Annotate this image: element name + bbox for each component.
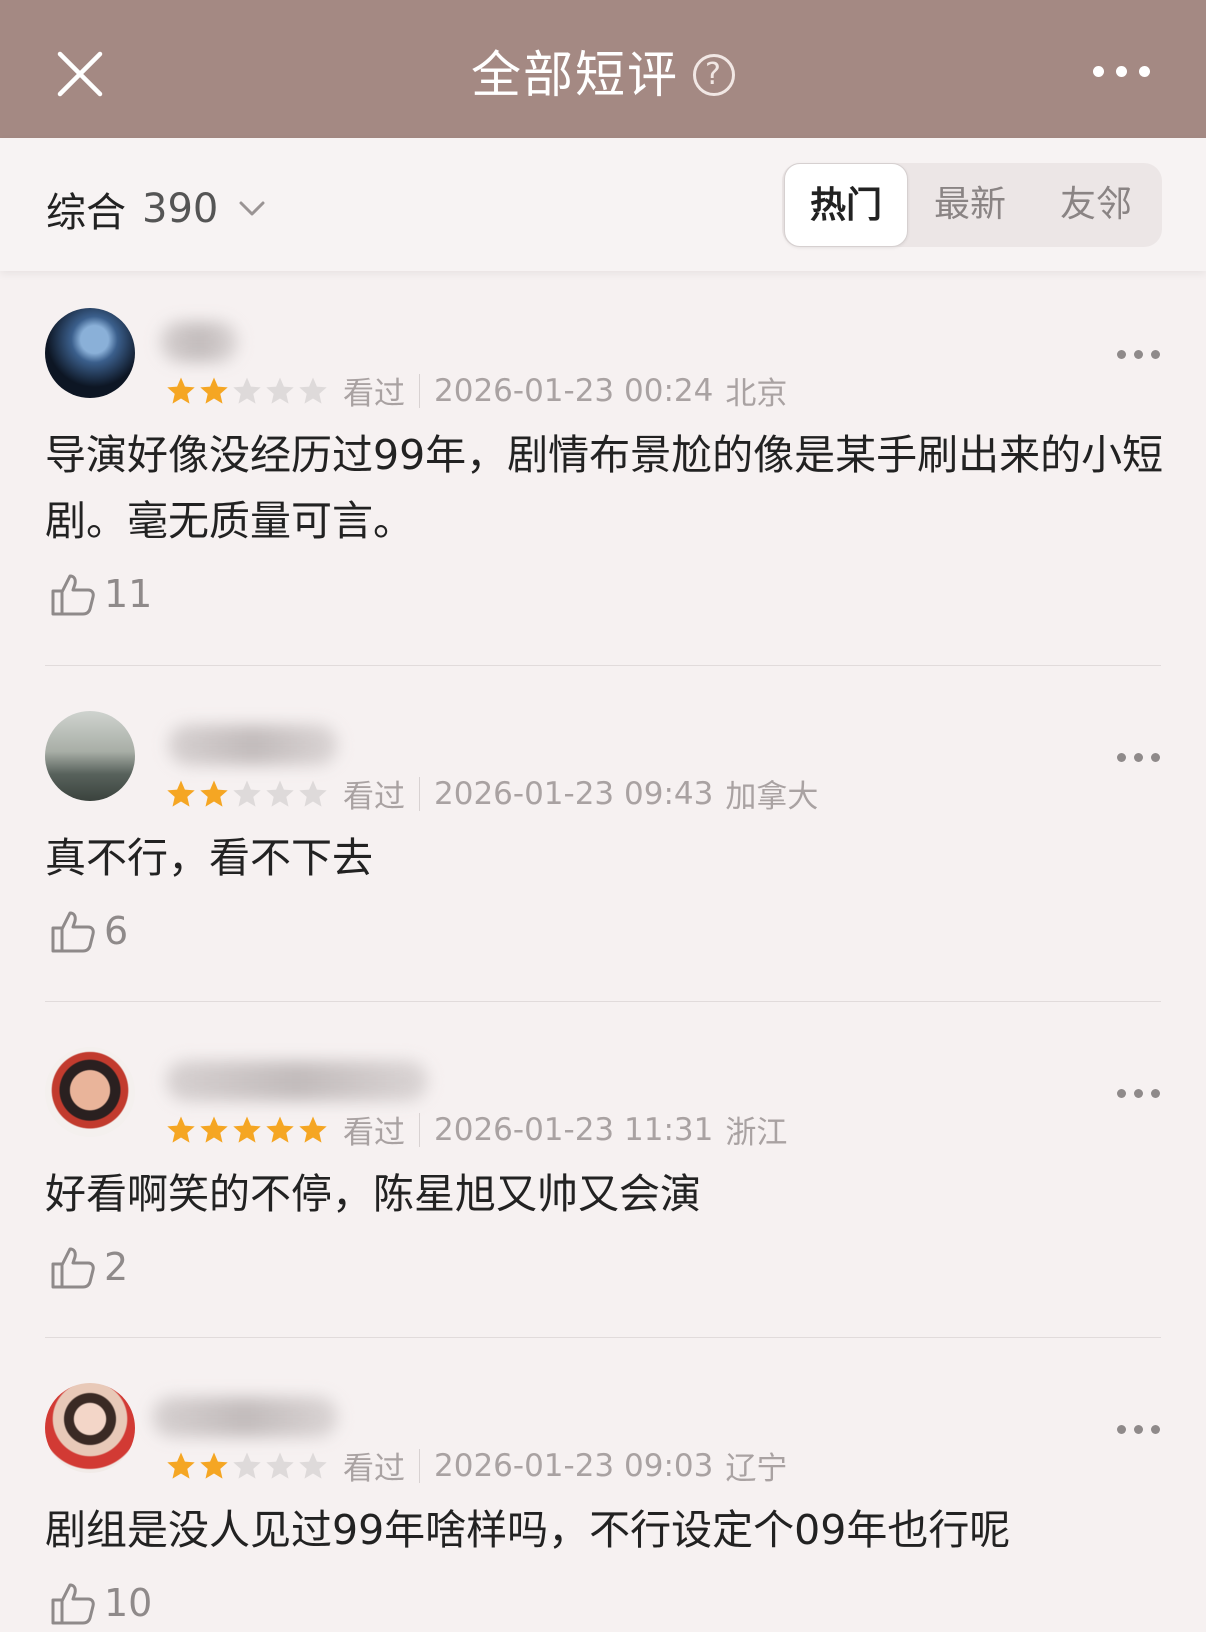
comment-text: 好看啊笑的不停，陈星旭又帅又会演 [45,1170,701,1218]
comment-more-icon[interactable] [1117,1425,1160,1434]
star-rating [165,1451,329,1481]
comment-more-icon[interactable] [1117,753,1160,762]
comment-location: 浙江 [725,1115,788,1151]
thumbs-up-icon [51,574,95,616]
page-title: 全部短评 [471,46,679,104]
sort-tabs: 热门 最新 友邻 [782,163,1162,247]
star-empty-icon [233,780,261,807]
divider [45,665,1161,666]
comment-location: 辽宁 [725,1451,788,1487]
comment-datetime: 2026-01-23 09:43 [434,775,714,812]
star-empty-icon [233,1452,261,1479]
like-button[interactable]: 6 [48,907,128,955]
star-filled-icon [200,1116,228,1143]
meta-divider [419,373,420,408]
avatar[interactable] [45,711,135,801]
username-blurred[interactable] [166,1061,428,1101]
help-icon[interactable]: ? [693,54,735,96]
filter-bar: 综合 390 热门 最新 友邻 [0,138,1206,271]
comment-location: 北京 [725,376,788,412]
thumbs-up-icon [51,1583,95,1625]
watch-status: 看过 [343,779,405,815]
comment-meta: 看过 2026-01-23 09:43 加拿大 [165,771,818,816]
comment-meta: 看过 2026-01-23 11:31 浙江 [165,1107,787,1152]
comment-meta: 看过 2026-01-23 00:24 北京 [165,368,787,413]
more-options-icon[interactable] [1093,66,1150,77]
comment-more-icon[interactable] [1117,350,1160,359]
comment-more-icon[interactable] [1117,1089,1160,1098]
divider [45,1001,1161,1002]
star-filled-icon [299,1116,327,1143]
star-filled-icon [200,1452,228,1479]
avatar[interactable] [45,308,135,398]
star-filled-icon [167,780,195,807]
meta-divider [419,1112,420,1147]
username-blurred[interactable] [160,322,238,362]
meta-divider [419,1448,420,1483]
comment-datetime: 2026-01-23 09:03 [434,1447,714,1484]
star-empty-icon [299,377,327,404]
like-button[interactable]: 2 [48,1243,128,1291]
star-empty-icon [233,377,261,404]
sort-dropdown[interactable]: 综合 390 [46,180,266,238]
star-empty-icon [266,377,294,404]
avatar[interactable] [45,1047,135,1137]
star-empty-icon [299,780,327,807]
sort-label: 综合 [46,190,126,236]
tab-hot[interactable]: 热门 [784,163,908,247]
star-filled-icon [167,1116,195,1143]
comment-text: 剧组是没人见过99年啥样吗，不行设定个09年也行呢 [45,1506,1011,1554]
like-button[interactable]: 11 [48,570,152,618]
watch-status: 看过 [343,1115,405,1151]
avatar[interactable] [45,1383,135,1473]
star-rating [165,779,329,809]
comment-datetime: 2026-01-23 11:31 [434,1111,714,1148]
comment-datetime: 2026-01-23 00:24 [434,372,714,409]
username-blurred[interactable] [168,725,338,765]
star-empty-icon [299,1452,327,1479]
like-count: 11 [104,572,153,616]
comment-count: 390 [142,186,219,232]
comment-location: 加拿大 [725,779,819,815]
thumbs-up-icon [51,1247,95,1289]
star-filled-icon [233,1116,261,1143]
star-rating [165,1115,329,1145]
star-filled-icon [266,1116,294,1143]
star-filled-icon [167,377,195,404]
like-button[interactable]: 10 [48,1579,152,1627]
chevron-down-icon [239,201,265,216]
watch-status: 看过 [343,376,405,412]
watch-status: 看过 [343,1451,405,1487]
comment-meta: 看过 2026-01-23 09:03 辽宁 [165,1443,787,1488]
like-count: 10 [104,1581,153,1625]
star-filled-icon [167,1452,195,1479]
star-empty-icon [266,780,294,807]
divider [45,1337,1161,1338]
comment-text: 真不行，看不下去 [45,834,373,882]
star-rating [165,376,329,406]
star-filled-icon [200,780,228,807]
tab-friends[interactable]: 友邻 [1036,163,1156,247]
like-count: 2 [104,1245,129,1289]
page-title-container: 全部短评 ? [0,40,1206,110]
star-empty-icon [266,1452,294,1479]
tab-latest[interactable]: 最新 [910,163,1030,247]
meta-divider [419,776,420,811]
username-blurred[interactable] [152,1397,338,1437]
top-nav-bar: 全部短评 ? [0,0,1206,138]
thumbs-up-icon [51,911,95,953]
like-count: 6 [104,909,129,953]
star-filled-icon [200,377,228,404]
comment-text: 导演好像没经历过99年，剧情布景尬的像是某手刷出来的小短剧。毫无质量可言。 [45,431,1164,545]
